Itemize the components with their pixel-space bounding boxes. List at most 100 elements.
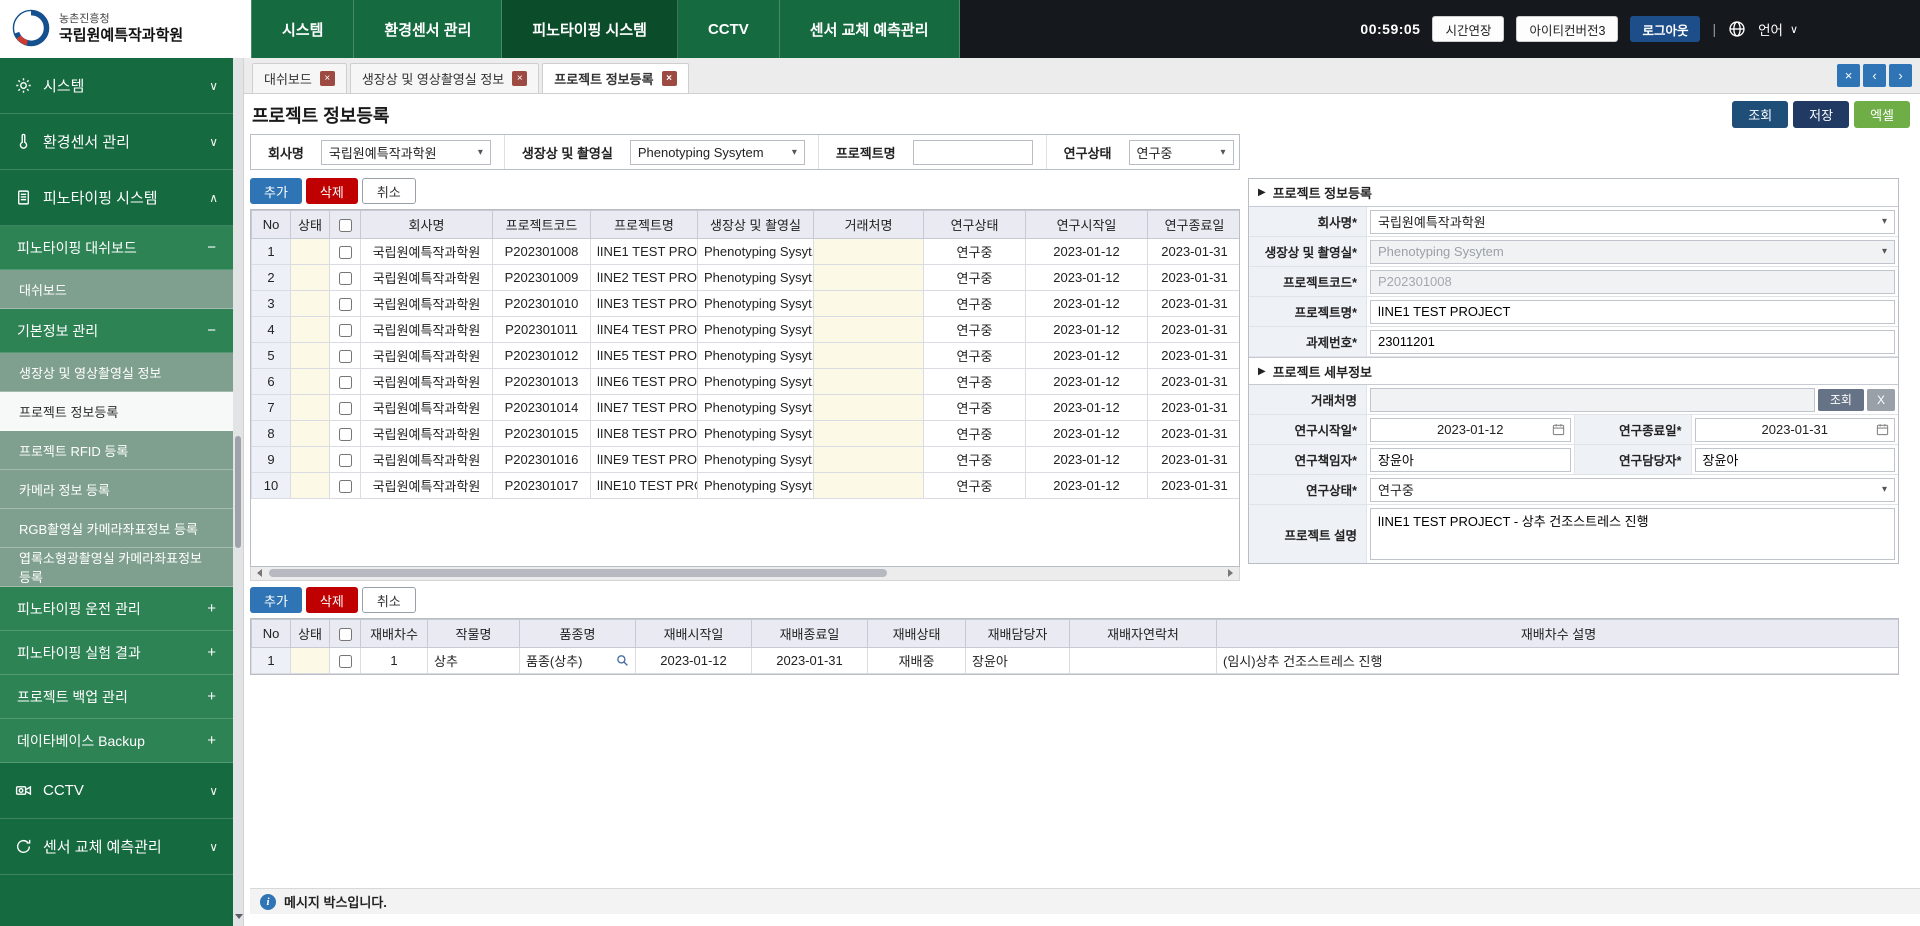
tabs-scroll-left-button[interactable]: ‹: [1863, 64, 1886, 87]
search-button[interactable]: 조회: [1732, 101, 1788, 128]
sidebar-item-sensor-replace[interactable]: 센서 교체 예측관리 ∨: [0, 819, 233, 875]
sidebar-group-experiment-result[interactable]: 피노타이핑 실험 결과 +: [0, 631, 233, 675]
account-button[interactable]: 아이티컨버전3: [1516, 16, 1618, 42]
sidebar-group-basic-info[interactable]: 기본정보 관리 −: [0, 309, 233, 353]
project-row[interactable]: 3 국립원예특작과학원 P202301010 lINE3 TEST PROJEC…: [252, 291, 1241, 317]
project-row[interactable]: 2 국립원예특작과학원 P202301009 lINE2 TEST PROJEC…: [252, 265, 1241, 291]
sidebar-group-operation[interactable]: 피노타이핑 운전 관리 +: [0, 587, 233, 631]
row-checkbox[interactable]: [339, 350, 352, 363]
triangle-right-icon: ▶: [1258, 366, 1266, 377]
extend-time-button[interactable]: 시간연장: [1432, 16, 1504, 42]
cultivation-row[interactable]: 1 1 상추 품종(상추): [252, 648, 1900, 674]
sidebar-item-project-rfid[interactable]: 프로젝트 RFID 등록: [0, 431, 233, 470]
company-select[interactable]: 국립원예특작과학원 ▾: [1370, 210, 1895, 234]
sidebar-item-dashboard[interactable]: 대쉬보드: [0, 270, 233, 309]
room-filter-select[interactable]: Phenotyping Sysytem ▾: [630, 140, 805, 165]
tab-dashboard[interactable]: 대쉬보드 ×: [252, 63, 347, 93]
horizontal-scrollbar[interactable]: [250, 567, 1240, 581]
tabs-scroll-right-button[interactable]: ›: [1889, 64, 1912, 87]
sidebar-group-pheno-dashboard[interactable]: 피노타이핑 대쉬보드 −: [0, 226, 233, 270]
section-project-detail[interactable]: ▶ 프로젝트 세부정보: [1249, 357, 1898, 385]
sidebar-item-growth-room-info[interactable]: 생장상 및 영상촬영실 정보: [0, 353, 233, 392]
sidebar-item-project-registration[interactable]: 프로젝트 정보등록: [0, 392, 233, 431]
row-checkbox[interactable]: [339, 324, 352, 337]
vertical-scrollbar-thumb[interactable]: [235, 436, 241, 548]
nav-item-phenotyping[interactable]: 피노타이핑 시스템: [502, 0, 678, 58]
project-row[interactable]: 1 국립원예특작과학원 P202301008 lINE1 TEST PROJEC…: [252, 239, 1241, 265]
nav-item-system[interactable]: 시스템: [251, 0, 354, 58]
calendar-icon[interactable]: [1552, 423, 1565, 436]
sidebar-item-phenotyping[interactable]: 피노타이핑 시스템 ∧: [0, 170, 233, 226]
room-select[interactable]: Phenotyping Sysytem ▾: [1370, 240, 1895, 264]
add-cultivation-button[interactable]: 추가: [250, 587, 302, 613]
info-icon: i: [260, 894, 276, 910]
row-checkbox[interactable]: [339, 376, 352, 389]
language-selector[interactable]: 언어 ∨: [1758, 19, 1798, 39]
row-checkbox[interactable]: [339, 246, 352, 259]
research-leader-input[interactable]: [1370, 448, 1571, 472]
add-row-button[interactable]: 추가: [250, 178, 302, 204]
project-row[interactable]: 7 국립원예특작과학원 P202301014 lINE7 TEST PROJEC…: [252, 395, 1241, 421]
globe-icon[interactable]: [1728, 20, 1746, 38]
calendar-icon[interactable]: [1876, 423, 1889, 436]
row-checkbox[interactable]: [339, 272, 352, 285]
nav-item-env-sensor[interactable]: 환경센서 관리: [354, 0, 502, 58]
start-date-input[interactable]: 2023-01-12: [1370, 418, 1571, 442]
row-checkbox[interactable]: [339, 480, 352, 493]
tab-growth-room-info[interactable]: 생장상 및 영상촬영실 정보 ×: [350, 63, 539, 93]
nav-item-sensor-replace[interactable]: 센서 교체 예측관리: [780, 0, 960, 58]
project-name-input[interactable]: [1370, 300, 1895, 324]
sidebar-item-env-sensor[interactable]: 환경센서 관리 ∨: [0, 114, 233, 170]
sidebar-group-database-backup[interactable]: 데이타베이스 Backup +: [0, 719, 233, 763]
sidebar-item-cctv[interactable]: CCTV ∨: [0, 763, 233, 819]
logout-button[interactable]: 로그아웃: [1630, 16, 1700, 42]
status-filter-select[interactable]: 연구중 ▾: [1129, 140, 1234, 165]
client-search-button[interactable]: 조회: [1818, 389, 1864, 411]
row-checkbox[interactable]: [339, 454, 352, 467]
client-clear-button[interactable]: X: [1867, 389, 1895, 411]
excel-button[interactable]: 엑셀: [1854, 101, 1910, 128]
tab-close-icon[interactable]: ×: [512, 71, 527, 86]
close-all-tabs-button[interactable]: ×: [1837, 64, 1860, 87]
sidebar-item-system[interactable]: 시스템 ∨: [0, 58, 233, 114]
tab-project-registration[interactable]: 프로젝트 정보등록 ×: [542, 63, 688, 93]
horizontal-scrollbar-thumb[interactable]: [269, 569, 887, 577]
row-checkbox[interactable]: [339, 428, 352, 441]
task-number-input[interactable]: [1370, 330, 1895, 354]
cancel-cultivation-button[interactable]: 취소: [362, 587, 416, 613]
row-checkbox[interactable]: [339, 298, 352, 311]
company-filter-select[interactable]: 국립원예특작과학원 ▾: [321, 140, 491, 165]
project-row[interactable]: 10 국립원예특작과학원 P202301017 lINE10 TEST PROJ…: [252, 473, 1241, 499]
select-all-checkbox[interactable]: [339, 219, 352, 232]
end-date-input[interactable]: 2023-01-31: [1695, 418, 1896, 442]
research-manager-input[interactable]: [1695, 448, 1896, 472]
project-row[interactable]: 9 국립원예특작과학원 P202301016 lINE9 TEST PROJEC…: [252, 447, 1241, 473]
tab-close-icon[interactable]: ×: [320, 71, 335, 86]
project-row[interactable]: 6 국립원예특작과학원 P202301013 lINE6 TEST PROJEC…: [252, 369, 1241, 395]
delete-row-button[interactable]: 삭제: [306, 178, 358, 204]
sidebar-item-camera-info[interactable]: 카메라 정보 등록: [0, 470, 233, 509]
delete-cultivation-button[interactable]: 삭제: [306, 587, 358, 613]
sidebar-item-rgb-coord[interactable]: RGB촬영실 카메라좌표정보 등록: [0, 509, 233, 548]
sidebar-group-project-backup[interactable]: 프로젝트 백업 관리 +: [0, 675, 233, 719]
scroll-left-arrow[interactable]: [252, 568, 266, 578]
select-all-checkbox[interactable]: [339, 628, 352, 641]
scroll-down-arrow[interactable]: [234, 912, 243, 921]
variety-search-icon[interactable]: [616, 654, 629, 667]
project-row[interactable]: 8 국립원예특작과학원 P202301015 lINE8 TEST PROJEC…: [252, 421, 1241, 447]
nav-item-cctv[interactable]: CCTV: [678, 0, 780, 58]
project-filter-input[interactable]: [913, 140, 1033, 165]
project-description-textarea[interactable]: lINE1 TEST PROJECT - 상추 건조스트레스 진행: [1370, 508, 1895, 560]
row-checkbox[interactable]: [339, 402, 352, 415]
project-row[interactable]: 5 국립원예특작과학원 P202301012 lINE5 TEST PROJEC…: [252, 343, 1241, 369]
project-row[interactable]: 4 국립원예특작과학원 P202301011 lINE4 TEST PROJEC…: [252, 317, 1241, 343]
vertical-scrollbar[interactable]: [233, 58, 244, 926]
tab-close-icon[interactable]: ×: [662, 71, 677, 86]
cancel-button[interactable]: 취소: [362, 178, 416, 204]
section-project-registration[interactable]: ▶ 프로젝트 정보등록: [1249, 179, 1898, 207]
row-checkbox[interactable]: [339, 655, 352, 668]
save-button[interactable]: 저장: [1793, 101, 1849, 128]
research-status-select[interactable]: 연구중 ▾: [1370, 478, 1895, 502]
scroll-right-arrow[interactable]: [1224, 568, 1238, 578]
sidebar-item-chlorophyll-coord[interactable]: 엽록소형광촬영실 카메라좌표정보 등록: [0, 548, 233, 587]
